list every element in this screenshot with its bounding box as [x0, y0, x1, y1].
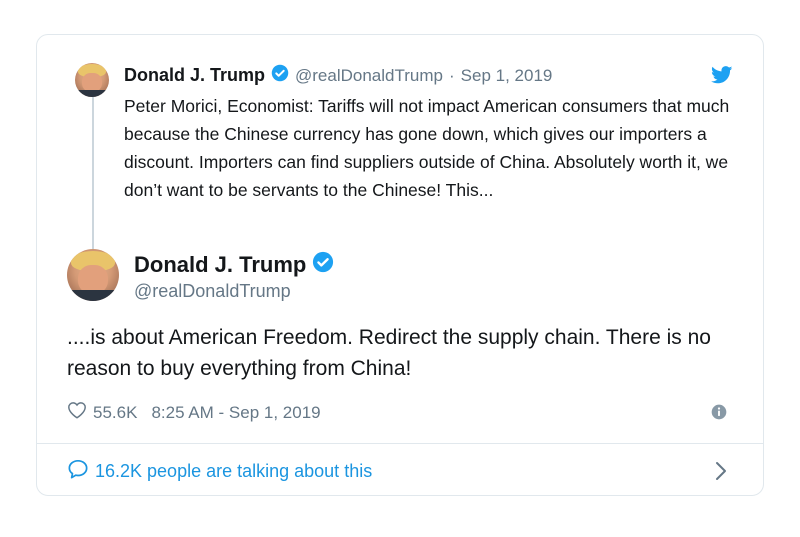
- thread-line: [92, 97, 94, 265]
- author-avatar[interactable]: [67, 249, 119, 301]
- tweet-timestamp[interactable]: 8:25 AM - Sep 1, 2019: [151, 403, 320, 423]
- author-name[interactable]: Donald J. Trump: [134, 252, 306, 278]
- quoted-avatar[interactable]: [75, 63, 109, 97]
- tweet-card: Donald J. Trump @realDonaldTrump · Sep 1…: [36, 34, 764, 496]
- tweet-text: ....is about American Freedom. Redirect …: [67, 326, 711, 380]
- verified-badge-icon: [271, 64, 289, 87]
- quoted-handle[interactable]: @realDonaldTrump: [295, 66, 443, 86]
- like-count[interactable]: 55.6K: [93, 403, 137, 423]
- quoted-date[interactable]: Sep 1, 2019: [461, 66, 553, 86]
- author-header: Donald J. Trump: [134, 251, 340, 278]
- heart-icon[interactable]: [67, 401, 87, 424]
- quoted-tweet-text: Peter Morici, Economist: Tariffs will no…: [124, 96, 730, 200]
- divider: [37, 443, 763, 444]
- chevron-right-icon[interactable]: [715, 461, 727, 486]
- author-handle[interactable]: @realDonaldTrump: [134, 281, 291, 302]
- info-icon[interactable]: [711, 404, 727, 425]
- conversation-link[interactable]: 16.2K people are talking about this: [67, 459, 372, 484]
- verified-badge-icon: [312, 251, 334, 278]
- quoted-separator: ·: [448, 65, 455, 85]
- talking-count-text[interactable]: 16.2K people are talking about this: [95, 461, 372, 482]
- tweet-meta: 55.6K 8:25 AM - Sep 1, 2019: [67, 401, 321, 424]
- quoted-author-name[interactable]: Donald J. Trump: [124, 65, 265, 86]
- twitter-bird-icon[interactable]: [711, 66, 733, 89]
- quoted-header: Donald J. Trump @realDonaldTrump · Sep 1…: [124, 64, 552, 87]
- speech-bubble-icon: [67, 459, 89, 484]
